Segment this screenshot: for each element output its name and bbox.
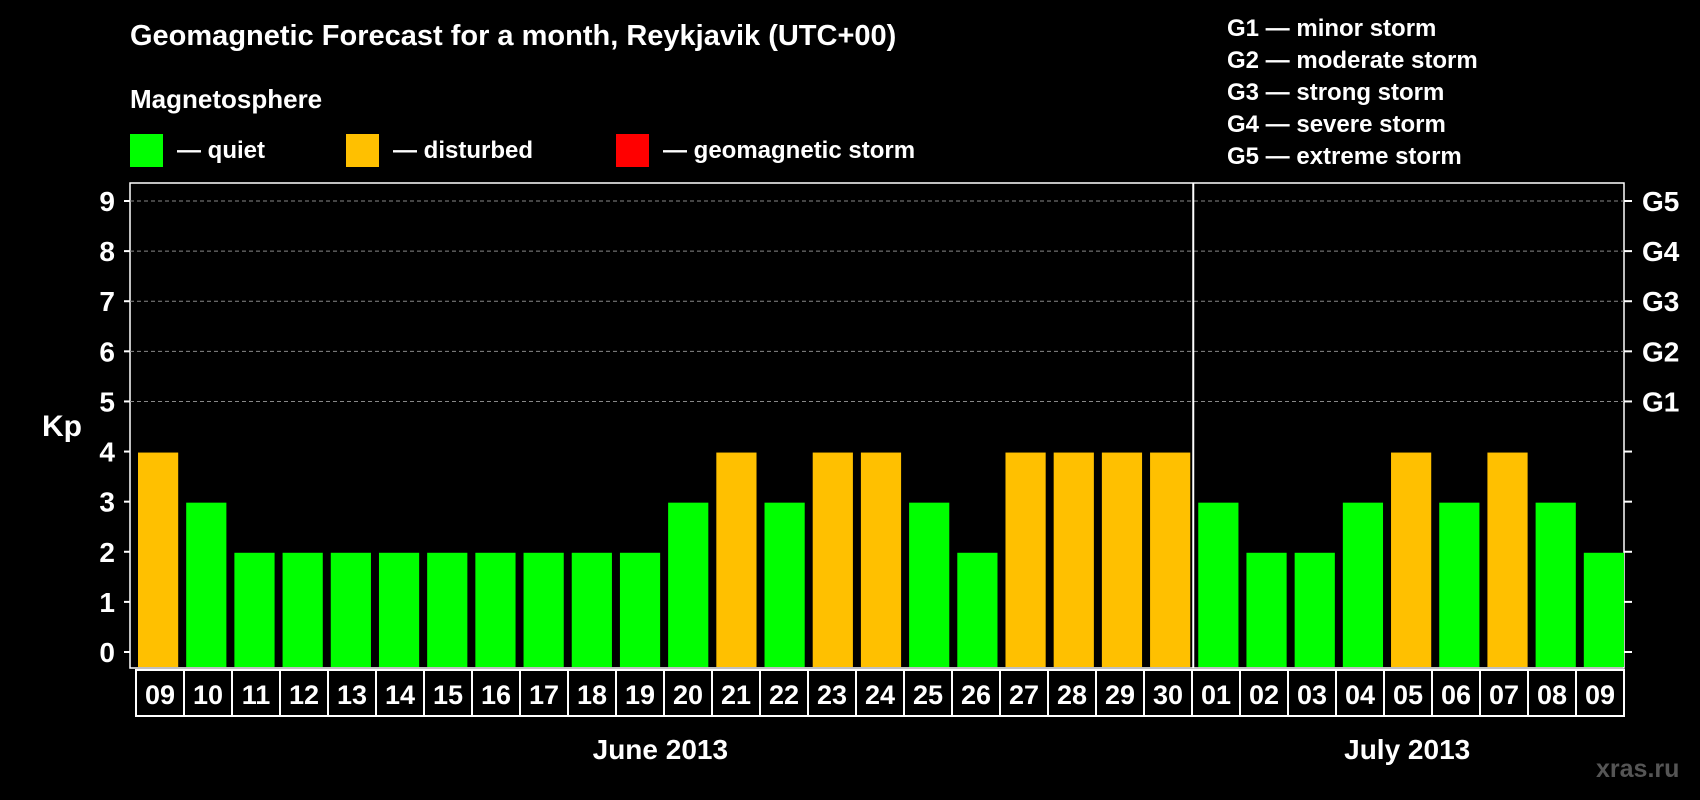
date-label: 23 [817, 680, 847, 710]
watermark: xras.ru [1596, 755, 1680, 783]
y-tick-label: 0 [99, 637, 115, 668]
y-tick-label: 9 [99, 186, 115, 217]
bar [234, 552, 275, 667]
date-label: 11 [242, 680, 271, 710]
date-label: 20 [673, 680, 703, 710]
date-label: 02 [1249, 680, 1279, 710]
bar [764, 502, 805, 667]
date-label: 13 [337, 680, 367, 710]
bar [1535, 502, 1576, 667]
bar [812, 452, 853, 667]
bar [1101, 452, 1143, 667]
bar [523, 552, 564, 667]
bar [716, 452, 757, 667]
right-axis-label: G1 [1642, 386, 1679, 417]
y-tick-label: 8 [99, 236, 115, 267]
date-label: 17 [529, 680, 559, 710]
y-tick-label: 2 [99, 537, 115, 568]
date-label: 06 [1441, 680, 1471, 710]
y-tick-label: 3 [99, 487, 115, 518]
date-label: 05 [1393, 680, 1423, 710]
bar [282, 552, 323, 667]
bar [1150, 452, 1191, 667]
date-label: 01 [1201, 680, 1231, 710]
bar [138, 452, 179, 667]
bar [1342, 502, 1384, 667]
bar [330, 552, 371, 667]
y-tick-label: 5 [99, 386, 115, 417]
right-axis-label: G2 [1642, 336, 1679, 367]
date-label: 15 [433, 680, 463, 710]
bar [427, 552, 468, 667]
date-label: 16 [481, 680, 511, 710]
right-axis-label: G4 [1642, 236, 1680, 267]
date-label: 28 [1057, 680, 1087, 710]
date-label: 24 [865, 680, 895, 710]
y-tick-label: 1 [99, 587, 115, 618]
bar [1439, 502, 1480, 667]
date-label: 27 [1009, 680, 1039, 710]
date-label: 29 [1105, 680, 1135, 710]
bar [1053, 452, 1094, 667]
date-label: 18 [577, 680, 607, 710]
bar [1583, 552, 1624, 667]
date-label: 26 [961, 680, 991, 710]
date-label: 07 [1489, 680, 1519, 710]
bar [668, 502, 709, 667]
month-label-july: July 2013 [1344, 734, 1471, 765]
bar [1198, 502, 1239, 667]
bar [957, 552, 998, 667]
bar [571, 552, 612, 667]
y-tick-label: 4 [99, 437, 115, 468]
date-label: 12 [289, 680, 319, 710]
bar [619, 552, 661, 667]
date-label: 08 [1537, 680, 1567, 710]
date-label: 03 [1297, 680, 1327, 710]
bar [909, 502, 950, 667]
y-tick-label: 6 [99, 336, 115, 367]
bar [378, 552, 420, 667]
bar [1391, 452, 1432, 667]
bar [1005, 452, 1046, 667]
bar [186, 502, 227, 667]
right-axis-label: G3 [1642, 286, 1679, 317]
date-label: 22 [769, 680, 799, 710]
bar [860, 452, 902, 667]
right-axis-label: G5 [1642, 186, 1679, 217]
date-label: 14 [385, 680, 415, 710]
date-label: 10 [193, 680, 223, 710]
y-tick-label: 7 [99, 286, 115, 317]
date-label: 25 [913, 680, 943, 710]
date-label: 21 [721, 680, 751, 710]
date-label: 19 [625, 680, 655, 710]
date-label: 04 [1345, 680, 1375, 710]
bar [475, 552, 516, 667]
month-label-june: June 2013 [592, 734, 729, 765]
bar [1487, 452, 1528, 667]
bar [1246, 552, 1287, 667]
kp-bar-chart: 0123456789G1G2G3G4G509 10 11 12 13 14 15 16 17 18… [99, 182, 1680, 717]
date-label: 30 [1153, 680, 1183, 710]
date-label: 09 [1585, 680, 1615, 710]
date-label: 09 [145, 680, 175, 710]
bar [1294, 552, 1335, 667]
